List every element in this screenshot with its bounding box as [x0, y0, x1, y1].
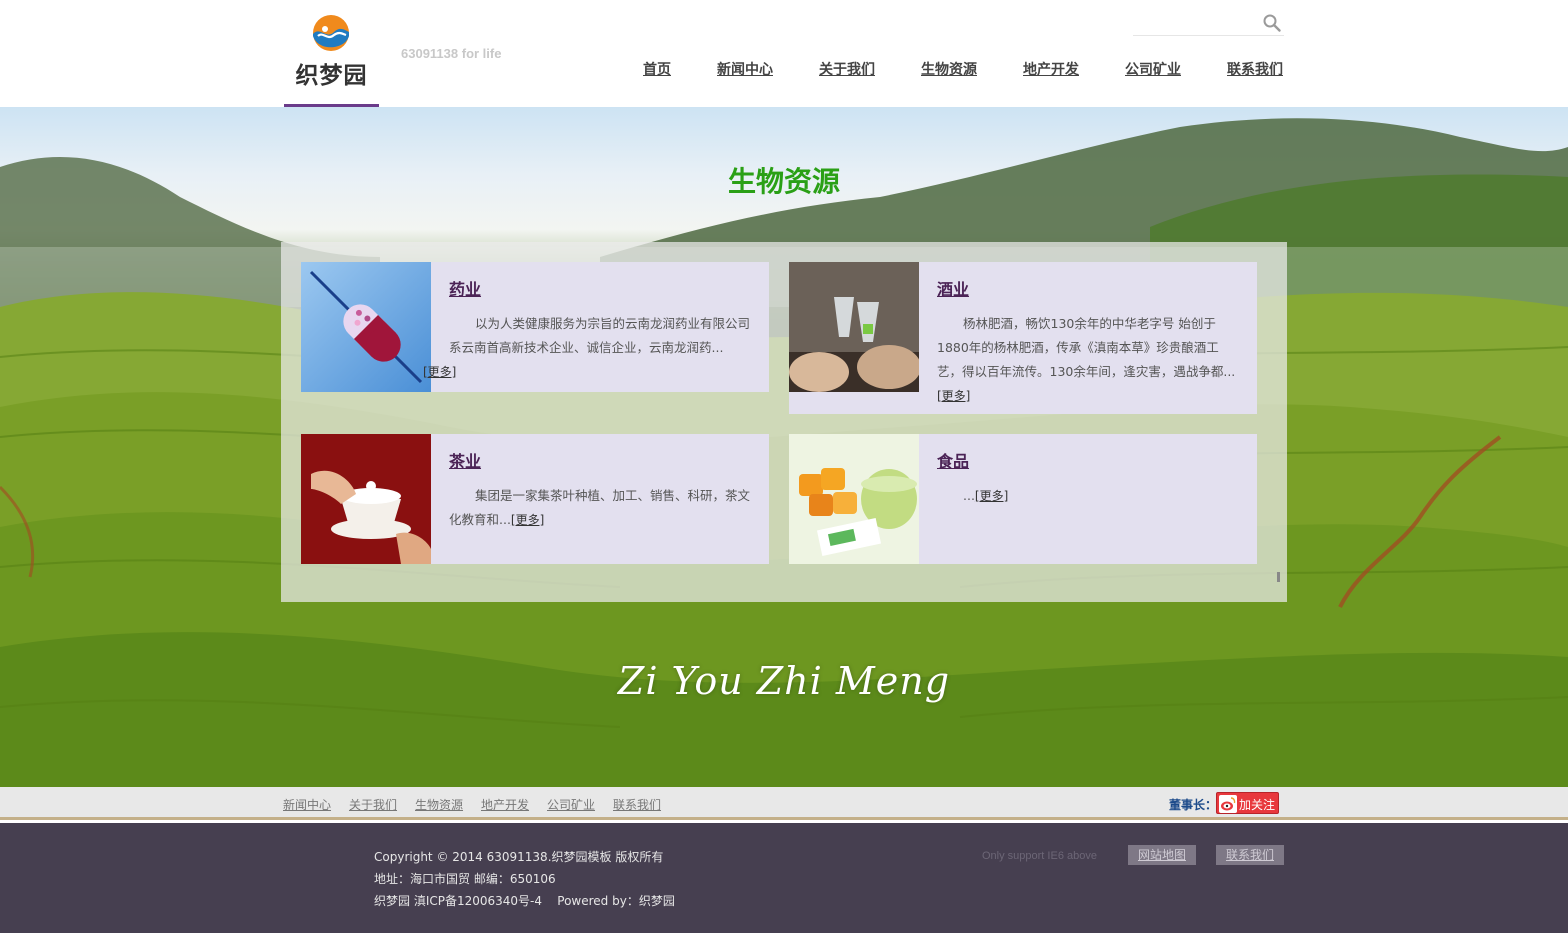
weibo-follow-label: 加关注	[1239, 798, 1276, 812]
product-card-wine: 酒业 杨林肥酒，畅饮130余年的中华老字号 始创于1880年的杨林肥酒，传承《滇…	[789, 262, 1257, 414]
product-card-pharma: 药业 以为人类健康服务为宗旨的云南龙润药业有限公司系云南首高新技术企业、诚信企业…	[301, 262, 769, 392]
card-desc-text: 集团是一家集茶叶种植、加工、销售、科研，茶文化教育和...	[449, 488, 751, 527]
hero-banner: 生物资源 药业 以为人类健康服务为宗旨的云南龙润药业有限公司系云南首高新技术企业…	[0, 107, 1568, 787]
card-desc-pharma: 以为人类健康服务为宗旨的云南龙润药业有限公司系云南首高新技术企业、诚信企业，云南…	[423, 312, 751, 384]
more-link-pharma[interactable]: [更多]	[423, 365, 456, 379]
logo-text: 织梦园	[295, 63, 368, 89]
nav-mining[interactable]: 公司矿业	[1125, 59, 1181, 79]
weibo-icon	[1219, 795, 1237, 813]
nav-real-estate[interactable]: 地产开发	[1023, 59, 1079, 79]
nav-contact[interactable]: 联系我们	[1227, 59, 1283, 79]
site-header: 织梦园 63091138 for life 首页 新闻中心 关于我们 生物资源 …	[0, 0, 1568, 107]
nav-news[interactable]: 新闻中心	[717, 59, 773, 79]
scroll-indicator	[1277, 572, 1280, 582]
nav-home[interactable]: 首页	[643, 59, 671, 79]
browser-support-note: Only support IE6 above	[982, 850, 1097, 862]
sitemap-button[interactable]: 网站地图	[1128, 845, 1196, 865]
card-desc-text: ...	[963, 488, 975, 503]
more-link-tea[interactable]: [更多]	[511, 513, 544, 527]
address-text: 地址：海口市国贸 邮编：650106	[374, 872, 556, 886]
script-slogan: Zi You Zhi Meng	[617, 659, 951, 703]
wine-toast-image[interactable]	[789, 262, 919, 392]
medicine-capsule-image[interactable]	[301, 262, 431, 392]
footer-link-bio[interactable]: 生物资源	[415, 796, 463, 813]
search-input[interactable]	[1133, 12, 1261, 34]
card-desc-food: ...[更多]	[937, 484, 1239, 508]
logo-mark-icon	[313, 15, 349, 51]
footer-link-news[interactable]: 新闻中心	[283, 796, 331, 813]
card-desc-tea: 集团是一家集茶叶种植、加工、销售、科研，茶文化教育和...[更多]	[449, 484, 751, 532]
more-link-wine[interactable]: [更多]	[937, 389, 970, 403]
weibo-label: 董事长：	[1169, 798, 1218, 812]
card-title-pharma[interactable]: 药业	[449, 276, 481, 300]
product-panel: 药业 以为人类健康服务为宗旨的云南龙润药业有限公司系云南首高新技术企业、诚信企业…	[281, 242, 1287, 602]
nav-bio-resources[interactable]: 生物资源	[921, 59, 977, 79]
card-desc-wine: 杨林肥酒，畅饮130余年的中华老字号 始创于1880年的杨林肥酒，传承《滇南本草…	[937, 312, 1239, 408]
site-footer: Copyright © 2014 63091138.织梦园模板 版权所有 地址：…	[0, 823, 1568, 933]
product-card-food: 食品 ...[更多]	[789, 434, 1257, 564]
slogan: 63091138 for life	[401, 46, 502, 61]
card-title-tea[interactable]: 茶业	[449, 448, 481, 472]
footer-link-contact[interactable]: 联系我们	[613, 796, 661, 813]
footer-nav: 新闻中心 关于我们 生物资源 地产开发 公司矿业 联系我们 董事长： 加关注	[0, 787, 1568, 820]
search-box	[1133, 10, 1284, 36]
food-jelly-image[interactable]	[789, 434, 919, 564]
footer-link-mining[interactable]: 公司矿业	[547, 796, 595, 813]
more-link-food[interactable]: [更多]	[975, 489, 1008, 503]
search-icon[interactable]	[1262, 13, 1282, 33]
icp-text: 织梦园 滇ICP备12006340号-4 Powered by：织梦园	[374, 894, 675, 908]
card-desc-text: 以为人类健康服务为宗旨的云南龙润药业有限公司系云南首高新技术企业、诚信企业，云南…	[449, 316, 751, 355]
card-desc-text: 杨林肥酒，畅饮130余年的中华老字号 始创于1880年的杨林肥酒，传承《滇南本草…	[937, 316, 1236, 379]
card-title-food[interactable]: 食品	[937, 448, 969, 472]
footer-link-about[interactable]: 关于我们	[349, 796, 397, 813]
product-card-tea: 茶业 集团是一家集茶叶种植、加工、销售、科研，茶文化教育和...[更多]	[301, 434, 769, 564]
footer-contact-button[interactable]: 联系我们	[1216, 845, 1284, 865]
section-title: 生物资源	[727, 165, 840, 198]
footer-link-estate[interactable]: 地产开发	[481, 796, 529, 813]
tea-cup-image[interactable]	[301, 434, 431, 564]
copyright-text: Copyright © 2014 63091138.织梦园模板 版权所有	[374, 850, 664, 864]
site-logo[interactable]: 织梦园	[284, 0, 379, 107]
nav-about[interactable]: 关于我们	[819, 59, 875, 79]
card-title-wine[interactable]: 酒业	[937, 276, 969, 300]
weibo-follow-button[interactable]: 加关注	[1216, 792, 1279, 814]
